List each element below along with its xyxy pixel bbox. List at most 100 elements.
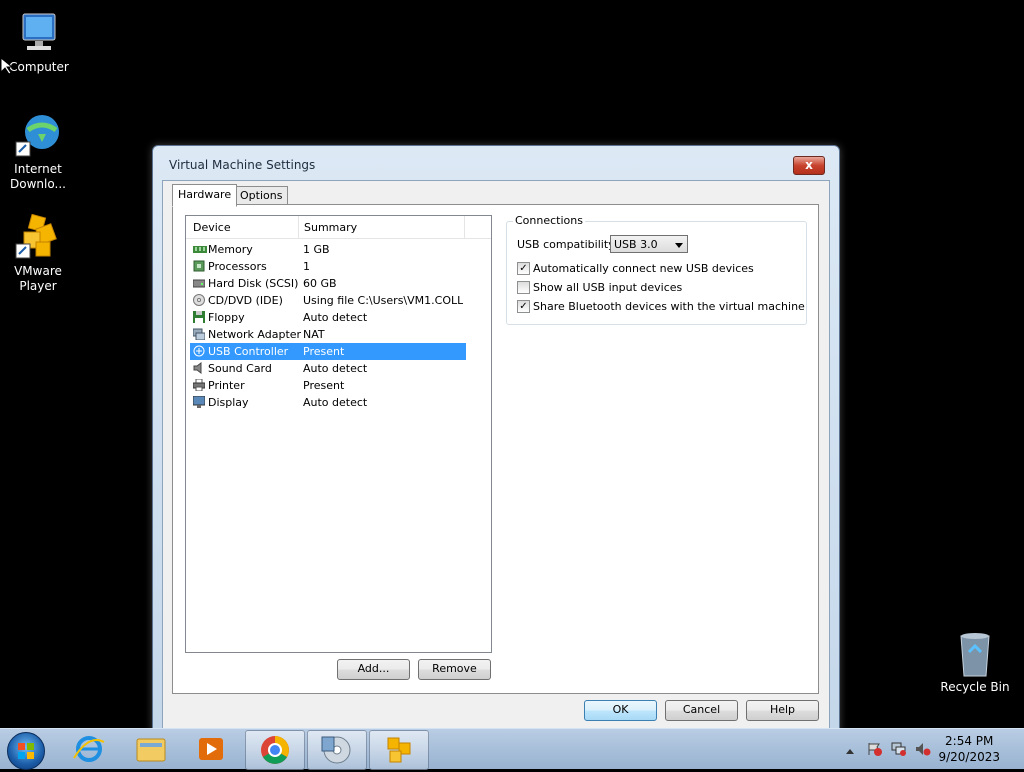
vm-settings-window: Virtual Machine Settings x Hardware Opti… xyxy=(152,145,840,733)
taskbar-disc-app[interactable] xyxy=(307,730,367,770)
device-list-header: Device Summary xyxy=(186,216,491,239)
close-icon: x xyxy=(805,158,813,172)
windows-logo-icon xyxy=(18,743,34,759)
device-summary: 1 xyxy=(303,260,310,273)
desktop-icon-computer[interactable]: Computer xyxy=(1,10,77,75)
column-header-summary[interactable]: Summary xyxy=(304,221,357,234)
action-center-flag-icon[interactable] xyxy=(867,742,882,756)
device-summary: Auto detect xyxy=(303,396,368,409)
device-summary: Present xyxy=(303,345,345,358)
desktop-icon-label: VMware Player xyxy=(14,264,62,293)
taskbar-chrome[interactable] xyxy=(245,730,305,770)
taskbar-vmware-player[interactable] xyxy=(369,730,429,770)
device-summary: Auto detect xyxy=(303,362,368,375)
device-summary: 60 GB xyxy=(303,277,337,290)
chrome-icon xyxy=(261,736,289,764)
processor-icon xyxy=(193,260,205,272)
device-row-hard-disk[interactable]: Hard Disk (SCSI) 60 GB xyxy=(190,275,466,292)
device-row-memory[interactable]: Memory 1 GB xyxy=(190,241,466,258)
device-summary: Present xyxy=(303,379,345,392)
device-name: Hard Disk (SCSI) xyxy=(208,277,299,290)
usb-compatibility-select[interactable]: USB 3.0 xyxy=(610,235,688,253)
vmware-player-icon xyxy=(387,737,411,763)
tab-label: Options xyxy=(240,189,283,202)
clock-time: 2:54 PM xyxy=(945,734,994,748)
checkbox-label: Show all USB input devices xyxy=(533,281,683,294)
clock[interactable]: 2:54 PM 9/20/2023 xyxy=(938,733,1000,765)
volume-muted-icon[interactable] xyxy=(915,742,931,756)
device-name: Sound Card xyxy=(208,362,272,375)
desktop-icon-recycle-bin[interactable]: Recycle Bin xyxy=(937,630,1013,695)
vmware-player-icon xyxy=(14,213,62,262)
connections-group: Connections USB compatibility: USB 3.0 ✓… xyxy=(506,214,807,325)
start-button[interactable] xyxy=(7,732,45,770)
memory-icon xyxy=(193,243,207,255)
device-summary: Using file C:\Users\VM1.COLL... xyxy=(303,294,463,307)
device-name: Network Adapter xyxy=(208,328,302,341)
checkbox-label: Share Bluetooth devices with the virtual… xyxy=(533,300,805,313)
device-name: CD/DVD (IDE) xyxy=(208,294,283,307)
taskbar-internet-explorer[interactable] xyxy=(60,730,118,768)
folder-icon xyxy=(136,738,166,762)
close-button[interactable]: x xyxy=(793,156,825,175)
taskbar-file-explorer[interactable] xyxy=(122,730,180,768)
clock-date: 9/20/2023 xyxy=(938,750,1000,764)
device-row-floppy[interactable]: Floppy Auto detect xyxy=(190,309,466,326)
dialog-body: Hardware Options Device Summary Memory 1… xyxy=(162,180,830,730)
device-row-printer[interactable]: Printer Present xyxy=(190,377,466,394)
floppy-icon xyxy=(193,311,205,323)
device-list[interactable]: Device Summary Memory 1 GB Processors 1 xyxy=(185,215,492,653)
taskbar: 2:54 PM 9/20/2023 xyxy=(0,728,1024,770)
help-button[interactable]: Help xyxy=(746,700,819,721)
hard-disk-icon xyxy=(192,277,206,289)
desktop-icon-label: Internet Downlo... xyxy=(10,162,66,191)
device-row-usb-controller[interactable]: USB Controller Present xyxy=(190,343,466,360)
device-summary: Auto detect xyxy=(303,311,368,324)
hardware-panel: Device Summary Memory 1 GB Processors 1 xyxy=(172,204,819,694)
checkbox-label: Automatically connect new USB devices xyxy=(533,262,754,275)
desktop-icon-label: Computer xyxy=(9,60,69,74)
network-icon[interactable] xyxy=(891,742,906,756)
device-row-display[interactable]: Display Auto detect xyxy=(190,394,466,411)
computer-icon xyxy=(15,10,63,58)
taskbar-media-player[interactable] xyxy=(183,730,241,768)
device-name: Floppy xyxy=(208,311,245,324)
ok-button[interactable]: OK xyxy=(584,700,657,721)
device-name: Printer xyxy=(208,379,245,392)
usb-compatibility-value: USB 3.0 xyxy=(614,238,658,251)
network-adapter-icon xyxy=(192,328,206,341)
connections-group-label: Connections xyxy=(513,214,585,227)
tab-hardware[interactable]: Hardware xyxy=(172,184,238,207)
desktop-icon-vmware-player[interactable]: VMware Player xyxy=(0,213,76,294)
checkbox-box[interactable]: ✓ xyxy=(517,300,530,313)
title-bar[interactable]: Virtual Machine Settings x xyxy=(153,146,839,176)
checkbox-box[interactable]: ✓ xyxy=(517,262,530,275)
device-name: USB Controller xyxy=(208,345,289,358)
remove-button[interactable]: Remove xyxy=(418,659,491,680)
column-header-device[interactable]: Device xyxy=(193,221,231,234)
window-title: Virtual Machine Settings xyxy=(169,158,316,172)
device-summary: 1 GB xyxy=(303,243,330,256)
show-hidden-icons-icon[interactable] xyxy=(845,745,859,759)
device-name: Processors xyxy=(208,260,267,273)
device-row-sound-card[interactable]: Sound Card Auto detect xyxy=(190,360,466,377)
tab-options[interactable]: Options xyxy=(234,186,289,206)
tab-label: Hardware xyxy=(178,188,232,201)
add-button[interactable]: Add... xyxy=(337,659,410,680)
internet-download-manager-icon xyxy=(14,112,62,160)
checkbox-box[interactable] xyxy=(517,281,530,294)
disc-icon xyxy=(321,736,351,764)
cancel-button[interactable]: Cancel xyxy=(665,700,738,721)
device-row-network-adapter[interactable]: Network Adapter NAT xyxy=(190,326,466,343)
device-row-processors[interactable]: Processors 1 xyxy=(190,258,466,275)
desktop-icon-internet-download[interactable]: Internet Downlo... xyxy=(0,112,76,192)
device-row-cd-dvd[interactable]: CD/DVD (IDE) Using file C:\Users\VM1.COL… xyxy=(190,292,466,309)
chevron-down-icon xyxy=(675,243,683,248)
device-name: Display xyxy=(208,396,249,409)
sound-card-icon xyxy=(193,362,205,374)
recycle-bin-icon xyxy=(951,630,999,678)
usb-compatibility-label: USB compatibility: xyxy=(517,238,618,251)
cd-dvd-icon xyxy=(193,294,205,306)
printer-icon xyxy=(192,378,206,392)
device-name: Memory xyxy=(208,243,253,256)
